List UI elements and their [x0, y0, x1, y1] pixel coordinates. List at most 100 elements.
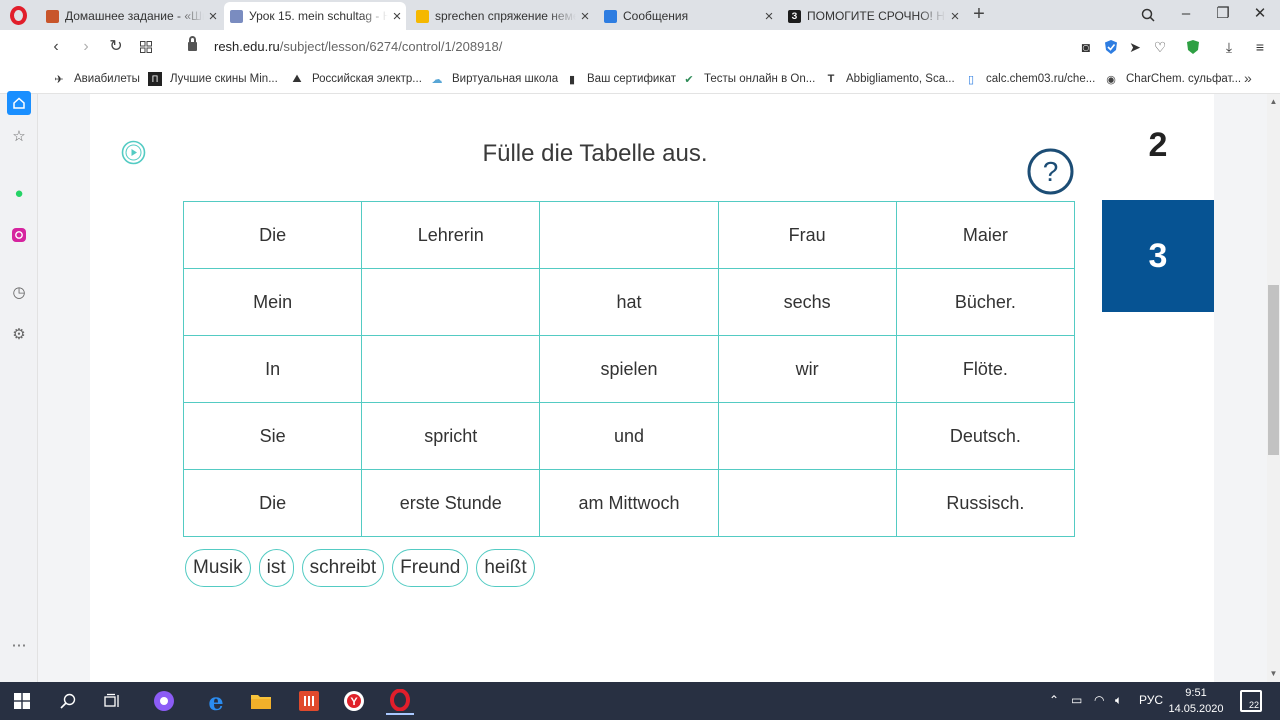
table-cell: Lehrerin	[361, 201, 541, 269]
close-tab-icon[interactable]: ×	[760, 8, 778, 25]
tab-znanija[interactable]: З ПОМОГИТЕ СРОЧНО! НЕ ×	[782, 2, 964, 30]
opera-taskbar-icon[interactable]	[386, 687, 414, 715]
tab-lesson[interactable]: Урок 15. mein schultag - Н ×	[224, 2, 406, 30]
bookmark-item[interactable]: ▯ calc.chem03.ru/che...	[964, 71, 1095, 87]
table-row: In spielen wir Flöte.	[182, 335, 1076, 403]
close-tab-icon[interactable]: ×	[388, 8, 406, 25]
bookmark-item[interactable]: ✈ Авиабилеты	[52, 71, 139, 87]
edge-icon[interactable]: e	[202, 687, 230, 716]
scroll-down-icon[interactable]: ▼	[1268, 668, 1279, 680]
home-icon[interactable]	[7, 91, 31, 115]
search-tabs-icon[interactable]	[1130, 0, 1166, 30]
table-row: Sie spricht und Deutsch.	[182, 402, 1076, 470]
task-view-icon[interactable]	[99, 687, 127, 715]
help-icon[interactable]: ?	[1027, 148, 1074, 195]
notification-count: 22	[1248, 700, 1259, 710]
drop-zone-cell[interactable]	[361, 268, 541, 336]
bookmark-item[interactable]: ▮ Ваш сертификат	[565, 71, 676, 87]
new-tab-icon[interactable]: +	[968, 4, 990, 26]
show-hidden-icons-icon[interactable]: ⌃	[1049, 693, 1059, 707]
tab-strip: Домашнее задание - «Шк × Урок 15. mein s…	[0, 0, 1280, 30]
back-icon[interactable]: ‹	[44, 35, 68, 59]
notification-center-icon[interactable]: 22	[1240, 690, 1262, 712]
svg-text:Y: Y	[350, 696, 358, 708]
drop-zone-cell[interactable]	[717, 469, 897, 537]
instagram-icon[interactable]	[8, 224, 30, 246]
calc-icon: ▯	[967, 73, 975, 86]
close-tab-icon[interactable]: ×	[204, 8, 222, 25]
word-chip[interactable]: heißt	[476, 549, 535, 587]
alice-icon[interactable]	[150, 687, 178, 715]
windows-start-icon[interactable]	[8, 687, 36, 715]
input-language[interactable]: РУС	[1139, 693, 1163, 707]
table-cell: Die	[182, 469, 363, 537]
bookmarks-overflow-icon[interactable]: »	[1244, 70, 1252, 86]
bookmark-item[interactable]: ⛰ Российская электр...	[290, 71, 422, 87]
url-path: /subject/lesson/6274/control/1/208918/	[279, 39, 503, 54]
minimize-icon[interactable]: –	[1168, 0, 1204, 30]
opera-menu-icon[interactable]	[6, 4, 30, 26]
bookmarks-bar: ✈ Авиабилеты П Лучшие скины Min... ⛰ Россий…	[0, 64, 1280, 94]
extension-shield-icon[interactable]	[1183, 37, 1203, 57]
bookmark-item[interactable]: ✔ Тесты онлайн в On...	[682, 71, 815, 87]
play-audio-icon[interactable]	[121, 140, 146, 165]
speed-dial-icon[interactable]	[134, 35, 158, 59]
settings-icon[interactable]: ⚙	[8, 323, 30, 345]
document-icon: ▮	[568, 73, 576, 86]
shield-icon[interactable]	[1101, 37, 1121, 57]
task-number-prev[interactable]: 2	[1102, 120, 1214, 170]
bookmark-item[interactable]: ☁ Виртуальная школа	[430, 71, 559, 87]
task-number-current[interactable]: 3	[1102, 200, 1214, 312]
word-chip[interactable]: Freund	[392, 549, 469, 587]
drop-zone-cell[interactable]	[717, 402, 897, 470]
file-explorer-icon[interactable]	[247, 687, 275, 715]
bookmarks-icon[interactable]: ☆	[8, 125, 30, 147]
charchem-icon: ◉	[1106, 73, 1116, 86]
clock[interactable]: 9:51 14.05.2020	[1166, 685, 1226, 717]
easy-setup-icon[interactable]: ≡	[1250, 37, 1270, 57]
history-icon[interactable]: ◷	[8, 281, 30, 303]
word-chip[interactable]: Musik	[185, 549, 251, 587]
office-app-icon[interactable]	[295, 687, 323, 715]
word-chip[interactable]: ist	[258, 549, 294, 587]
tab-title: sprechen спряжение неме	[435, 9, 576, 23]
search-icon[interactable]	[54, 687, 82, 715]
lock-icon[interactable]	[188, 36, 197, 51]
table-cell: sechs	[717, 268, 897, 336]
word-chip[interactable]: schreibt	[301, 549, 385, 587]
bookmark-item[interactable]: П Лучшие скины Min...	[148, 71, 278, 87]
table-cell: Bücher.	[895, 268, 1076, 336]
volume-icon[interactable]: 🔈︎	[1115, 693, 1122, 708]
close-tab-icon[interactable]: ×	[576, 8, 594, 25]
bookmark-item[interactable]: ◉ CharChem. сульфат...	[1104, 71, 1241, 87]
drop-zone-cell[interactable]	[539, 201, 719, 269]
battery-icon[interactable]: ▭	[1071, 693, 1082, 707]
whatsapp-icon[interactable]: ●	[8, 182, 30, 204]
table-cell: spricht	[361, 402, 541, 470]
restore-icon[interactable]: ❐	[1205, 0, 1241, 30]
camera-icon[interactable]: ◙	[1076, 37, 1096, 57]
network-icon[interactable]: ◠	[1094, 693, 1104, 707]
url-field[interactable]: resh.edu.ru/subject/lesson/6274/control/…	[214, 39, 502, 54]
forward-icon[interactable]: ›	[74, 35, 98, 59]
reload-icon[interactable]: ↻	[104, 35, 128, 59]
table-cell: Mein	[182, 268, 363, 336]
download-icon[interactable]: ⤓	[1219, 37, 1239, 57]
tab-sprechen[interactable]: sprechen спряжение неме ×	[410, 2, 594, 30]
send-icon[interactable]: ➤	[1125, 37, 1145, 57]
heart-icon[interactable]: ♡	[1150, 37, 1170, 57]
close-tab-icon[interactable]: ×	[946, 8, 964, 25]
tab-messages[interactable]: Сообщения ×	[598, 2, 778, 30]
tab-homework[interactable]: Домашнее задание - «Шк ×	[40, 2, 222, 30]
scroll-up-icon[interactable]: ▲	[1268, 96, 1279, 108]
more-icon[interactable]: ⋯	[8, 634, 30, 656]
bookmark-item[interactable]: T Abbigliamento, Sca...	[824, 71, 955, 87]
cloud-icon: ☁	[431, 73, 443, 86]
yandex-browser-icon[interactable]: Y	[340, 687, 368, 715]
drop-zone-cell[interactable]	[361, 335, 541, 403]
close-window-icon[interactable]: ✕	[1242, 0, 1278, 30]
t-icon: T	[827, 73, 835, 85]
table-cell: Maier	[895, 201, 1076, 269]
bookmark-label: CharChem. сульфат...	[1126, 73, 1242, 85]
scrollbar-thumb[interactable]	[1268, 285, 1279, 455]
